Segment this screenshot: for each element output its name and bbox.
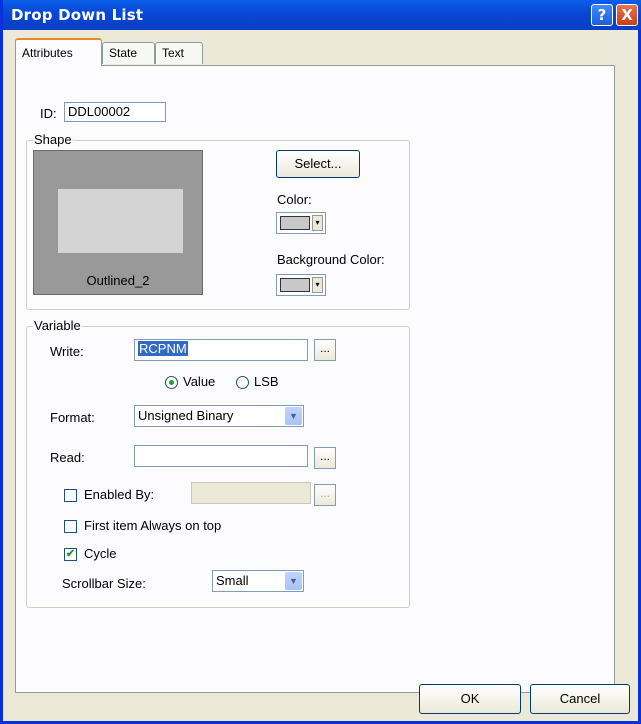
scrollbar-size-label: Scrollbar Size: bbox=[62, 576, 146, 591]
background-color-swatch bbox=[280, 278, 310, 292]
write-browse-button[interactable]: ... bbox=[314, 339, 336, 361]
variable-group: Variable bbox=[26, 318, 410, 608]
tab-text[interactable]: Text bbox=[155, 42, 203, 64]
variable-group-title: Variable bbox=[33, 318, 82, 333]
cycle-label: Cycle bbox=[84, 546, 117, 561]
first-item-checkbox[interactable] bbox=[64, 520, 77, 533]
chevron-down-icon[interactable]: ▼ bbox=[285, 572, 302, 590]
window-title: Drop Down List bbox=[11, 6, 144, 24]
background-color-picker[interactable]: ▾ bbox=[276, 274, 326, 296]
color-picker[interactable]: ▾ bbox=[276, 212, 326, 234]
value-radio-label: Value bbox=[183, 374, 216, 389]
help-button[interactable]: ? bbox=[591, 4, 613, 26]
format-label: Format: bbox=[50, 410, 95, 425]
shape-preview: Outlined_2 bbox=[33, 150, 203, 295]
enabled-by-field bbox=[191, 482, 311, 504]
format-select[interactable]: Unsigned Binary ▼ bbox=[134, 405, 304, 427]
id-field[interactable]: DDL00002 bbox=[64, 102, 166, 122]
ok-button[interactable]: OK bbox=[419, 684, 521, 714]
color-label: Color: bbox=[277, 192, 312, 207]
lsb-radio[interactable] bbox=[236, 376, 249, 389]
shape-preview-caption: Outlined_2 bbox=[86, 273, 150, 288]
read-label: Read: bbox=[50, 450, 85, 465]
read-variable-field[interactable] bbox=[134, 445, 308, 467]
background-color-dropdown-icon[interactable]: ▾ bbox=[312, 277, 323, 293]
write-label: Write: bbox=[50, 344, 84, 359]
enabled-by-browse-button: ... bbox=[314, 484, 336, 506]
value-radio[interactable] bbox=[165, 376, 178, 389]
enabled-by-label: Enabled By: bbox=[84, 487, 155, 502]
enabled-by-checkbox[interactable] bbox=[64, 489, 77, 502]
dialog-window: Drop Down List ? X Attributes State Text… bbox=[0, 0, 641, 724]
id-label: ID: bbox=[40, 106, 57, 121]
format-select-value: Unsigned Binary bbox=[138, 408, 234, 423]
color-dropdown-icon[interactable]: ▾ bbox=[312, 215, 323, 231]
first-item-label: First item Always on top bbox=[84, 518, 222, 533]
color-swatch bbox=[280, 216, 310, 230]
close-button[interactable]: X bbox=[616, 4, 638, 26]
tab-state[interactable]: State bbox=[102, 42, 155, 64]
read-browse-button[interactable]: ... bbox=[314, 447, 336, 469]
background-color-label: Background Color: bbox=[277, 252, 385, 267]
cancel-button[interactable]: Cancel bbox=[530, 684, 630, 714]
tab-attributes[interactable]: Attributes bbox=[15, 38, 102, 66]
chevron-down-icon[interactable]: ▼ bbox=[285, 407, 302, 425]
shape-group-title: Shape bbox=[33, 132, 73, 147]
cycle-checkbox[interactable]: ✔ bbox=[64, 548, 77, 561]
scrollbar-size-value: Small bbox=[216, 573, 249, 588]
write-variable-value: RCPNM bbox=[138, 341, 188, 356]
select-shape-button[interactable]: Select... bbox=[276, 150, 360, 178]
write-variable-field[interactable]: RCPNM bbox=[134, 339, 308, 361]
lsb-radio-label: LSB bbox=[254, 374, 279, 389]
shape-preview-fill bbox=[58, 189, 183, 253]
title-bar[interactable]: Drop Down List ? X bbox=[3, 0, 641, 30]
tab-panel-attributes: ID: DDL00002 Shape Outlined_2 Select... … bbox=[15, 65, 615, 693]
scrollbar-size-select[interactable]: Small ▼ bbox=[212, 570, 304, 592]
